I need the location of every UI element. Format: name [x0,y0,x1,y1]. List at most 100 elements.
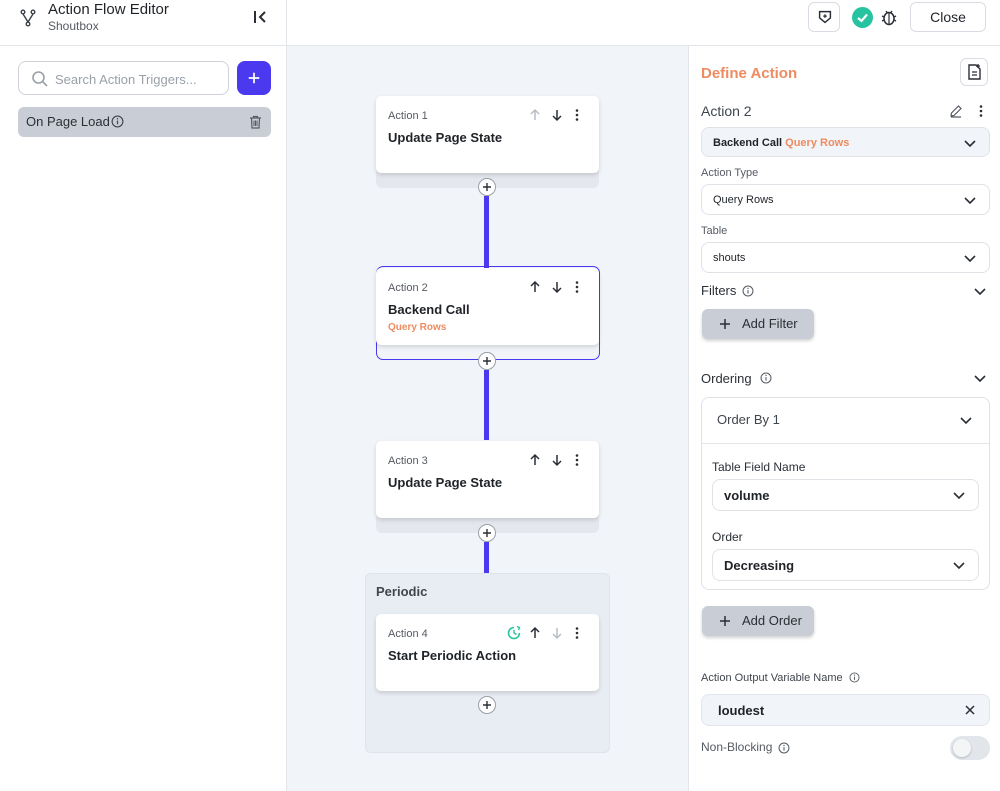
flow-connector [484,370,489,440]
action-select[interactable]: Backend Call Query Rows [701,127,990,157]
order-select[interactable]: Decreasing [712,549,979,581]
collapse-sidebar-icon[interactable] [252,8,270,26]
action-type-value: Query Rows [713,194,774,206]
flow-connector [484,196,489,268]
table-value: shouts [713,252,746,264]
table-label: Table [701,225,728,237]
action-type-label: Action Type [701,167,759,179]
non-blocking-toggle[interactable] [950,736,990,760]
editor-subtitle: Shoutbox [48,19,99,33]
debug-flag-icon [818,10,832,24]
order-label: Order [712,530,743,544]
edit-icon[interactable] [949,104,963,118]
order-value: Decreasing [724,558,795,573]
trigger-item-on-page-load[interactable]: On Page Load [18,107,271,137]
chevron-down-icon[interactable] [959,413,973,427]
add-action-button[interactable] [478,524,496,542]
non-blocking-label: Non-Blocking [701,740,773,754]
action-name: Action 2 [701,103,752,119]
action-block-1: Action 1 Update Page State [376,96,599,188]
action-label: Action 2 [388,282,428,294]
action-category: Backend Call [713,137,783,149]
action-title: Update Page State [388,475,503,490]
arrow-up-icon[interactable] [528,626,542,640]
action-card-2[interactable]: Action 2 Backend Call Query Rows [376,268,599,345]
action-notes-button[interactable] [960,58,988,86]
debug-flag-button[interactable] [808,2,840,32]
bug-icon[interactable] [879,7,899,27]
editor-title: Action Flow Editor [48,1,169,18]
add-action-button[interactable] [478,352,496,370]
close-button[interactable]: Close [910,2,986,32]
more-vertical-icon[interactable] [570,280,584,294]
more-vertical-icon[interactable] [570,453,584,467]
more-vertical-icon[interactable] [974,104,988,118]
arrow-up-icon[interactable] [528,453,542,467]
toggle-knob [953,739,971,757]
action-card-3[interactable]: Action 3 Update Page State [376,441,599,518]
action-subtitle: Query Rows [388,322,447,333]
action-card-1[interactable]: Action 1 Update Page State [376,96,599,173]
flow-canvas[interactable]: Action 1 Update Page State Action 2 Back… [287,46,688,791]
arrow-up-icon[interactable] [528,108,542,122]
table-select[interactable]: shouts [701,242,990,273]
add-order-label: Add Order [742,613,802,628]
chevron-down-icon[interactable] [973,371,987,385]
action-block-3: Action 3 Update Page State [376,441,599,533]
order-card-divider [702,443,989,444]
info-icon[interactable] [111,115,124,128]
action-block-2: Action 2 Backend Call Query Rows [376,268,599,346]
order-by-card: Order By 1 Table Field Name volume Order… [701,397,990,590]
chevron-down-icon [964,197,976,205]
action-type-select[interactable]: Query Rows [701,184,990,215]
arrow-down-icon[interactable] [550,453,564,467]
more-vertical-icon[interactable] [570,626,584,640]
chevron-down-icon [964,140,976,148]
order-by-title: Order By 1 [717,412,780,427]
chevron-down-icon[interactable] [973,284,987,298]
arrow-up-icon[interactable] [528,280,542,294]
arrow-down-icon[interactable] [550,280,564,294]
arrow-down-icon[interactable] [550,626,564,640]
output-variable-field[interactable]: loudest [701,694,990,726]
close-icon[interactable] [964,704,976,716]
add-order-button[interactable]: Add Order [702,606,814,636]
info-icon[interactable] [778,742,790,754]
info-icon[interactable] [742,285,754,297]
plus-icon [483,357,491,365]
add-trigger-button[interactable] [237,61,271,95]
trigger-panel: On Page Load [0,46,287,791]
action-label: Action 4 [388,628,428,640]
info-icon[interactable] [849,672,860,683]
action-title: Backend Call [388,302,470,317]
add-action-button[interactable] [478,178,496,196]
ordering-label: Ordering [701,371,752,386]
arrow-down-icon[interactable] [550,108,564,122]
chevron-down-icon [953,492,965,500]
plus-icon [483,701,491,709]
info-icon[interactable] [760,372,772,384]
trigger-search[interactable] [18,61,229,95]
action-label: Action 1 [388,110,428,122]
action-subtype: Query Rows [785,137,850,149]
trash-icon[interactable] [249,115,262,129]
add-action-button[interactable] [478,696,496,714]
periodic-timer-icon [507,625,521,640]
filters-label: Filters [701,283,737,298]
output-variable-label: Action Output Variable Name [701,672,843,684]
action-title: Update Page State [388,130,503,145]
table-field-name-select[interactable]: volume [712,479,979,511]
plus-icon [720,319,730,329]
plus-icon [483,183,491,191]
check-circle-icon[interactable] [852,7,873,28]
action-card-4[interactable]: Action 4 Start Periodic Action [376,614,599,691]
add-filter-label: Add Filter [742,316,798,331]
panel-title: Define Action [701,65,798,82]
trigger-label: On Page Load [26,114,110,129]
add-filter-button[interactable]: Add Filter [702,309,814,339]
document-add-icon [968,64,981,80]
header-divider [286,0,287,46]
more-vertical-icon[interactable] [570,108,584,122]
plus-icon [248,72,260,84]
search-input[interactable] [55,69,223,89]
